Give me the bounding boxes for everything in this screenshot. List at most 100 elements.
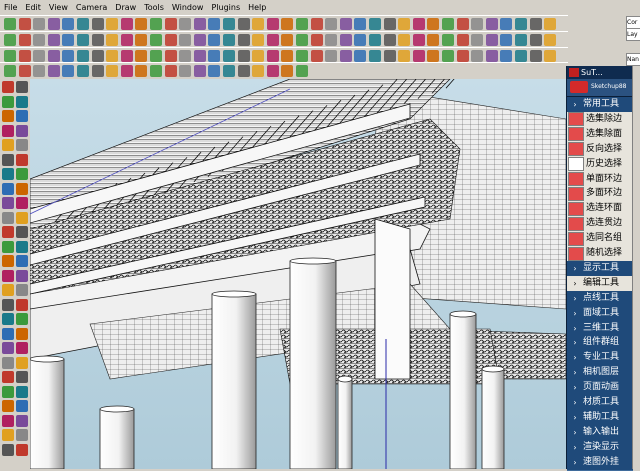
- tb3-tool-icon-6[interactable]: [91, 50, 104, 62]
- tb2-tool-icon-16[interactable]: [237, 34, 250, 46]
- tb1-tool-icon-6[interactable]: [91, 18, 104, 30]
- left-tool-icon-9-0[interactable]: [2, 211, 14, 224]
- tb2-tool-icon-33[interactable]: [485, 34, 498, 46]
- tb4-tool-icon-2[interactable]: [33, 65, 46, 77]
- tb1-tool-icon-7[interactable]: [106, 18, 119, 30]
- tb2-tool-icon-8[interactable]: [120, 34, 133, 46]
- tb4-tool-icon-12[interactable]: [179, 65, 192, 77]
- tb4-tool-icon-7[interactable]: [106, 65, 119, 77]
- left-tool-icon-3-0[interactable]: [2, 124, 14, 137]
- tb3-tool-icon-20[interactable]: [296, 50, 308, 62]
- tb4-tool-icon-18[interactable]: [266, 65, 279, 77]
- tb3-tool-icon-35[interactable]: [515, 50, 527, 62]
- tb4-tool-icon-14[interactable]: [208, 65, 221, 77]
- left-tool-icon-5-0[interactable]: [2, 153, 14, 166]
- tb2-tool-icon-37[interactable]: [544, 34, 557, 46]
- tb1-tool-icon-9[interactable]: [135, 18, 148, 30]
- tb3-tool-icon-33[interactable]: [485, 50, 498, 62]
- plugin-item[interactable]: › 三维工具: [567, 320, 633, 337]
- dock-tab-3[interactable]: Nan: [626, 53, 640, 66]
- tb3-tool-icon-28[interactable]: [412, 50, 425, 62]
- left-tool-icon-20-0[interactable]: [2, 371, 14, 383]
- tb4-tool-icon-10[interactable]: [150, 65, 162, 77]
- left-tool-icon-16-1[interactable]: [16, 313, 28, 325]
- tb3-tool-icon-34[interactable]: [500, 50, 513, 62]
- tb3-tool-icon-22[interactable]: [325, 50, 338, 62]
- left-tool-icon-23-1[interactable]: [16, 414, 28, 427]
- menu-edit[interactable]: Edit: [21, 0, 45, 15]
- left-tool-icon-7-0[interactable]: [2, 182, 14, 195]
- menu-plugins[interactable]: Plugins: [207, 0, 244, 15]
- tb4-tool-icon-17[interactable]: [252, 65, 265, 77]
- menu-view[interactable]: View: [45, 0, 72, 15]
- plugin-item[interactable]: › 材质工具: [567, 395, 633, 411]
- tb1-tool-icon-15[interactable]: [223, 18, 235, 30]
- tb1-tool-icon-24[interactable]: [354, 18, 367, 30]
- plugin-item[interactable]: › 编辑工具: [567, 275, 633, 292]
- tb3-tool-icon-10[interactable]: [150, 50, 162, 62]
- left-tool-icon-12-0[interactable]: [2, 255, 14, 267]
- tb2-tool-icon-29[interactable]: [427, 34, 440, 46]
- tb3-tool-icon-26[interactable]: [383, 50, 396, 62]
- tb4-tool-icon-1[interactable]: [18, 65, 31, 77]
- left-tool-icon-15-0[interactable]: [2, 298, 14, 311]
- left-tool-icon-15-1[interactable]: [16, 298, 28, 311]
- left-tool-icon-4-0[interactable]: [2, 139, 14, 151]
- tb2-tool-icon-19[interactable]: [281, 34, 294, 46]
- tb1-tool-icon-36[interactable]: [529, 18, 542, 30]
- tb2-tool-icon-24[interactable]: [354, 34, 367, 46]
- tb3-tool-icon-4[interactable]: [62, 50, 75, 62]
- left-tool-icon-14-1[interactable]: [16, 284, 28, 296]
- tb2-tool-icon-30[interactable]: [442, 34, 454, 46]
- left-tool-icon-24-0[interactable]: [2, 429, 14, 441]
- menu-tools[interactable]: Tools: [140, 0, 168, 15]
- tb1-tool-icon-28[interactable]: [412, 18, 425, 30]
- plugin-item[interactable]: › 组件群组: [567, 335, 633, 352]
- plugin-item[interactable]: 反向选择: [567, 141, 633, 158]
- tb2-tool-icon-4[interactable]: [62, 34, 75, 46]
- tb3-tool-icon-19[interactable]: [281, 50, 294, 62]
- tb4-tool-icon-4[interactable]: [62, 65, 75, 77]
- dock-tab-2[interactable]: Lay: [626, 28, 640, 41]
- tb3-tool-icon-21[interactable]: [310, 50, 323, 62]
- left-tool-icon-17-1[interactable]: [16, 327, 28, 340]
- tb2-tool-icon-10[interactable]: [150, 34, 162, 46]
- tb3-tool-icon-31[interactable]: [456, 50, 469, 62]
- tb3-tool-icon-11[interactable]: [164, 50, 177, 62]
- left-tool-icon-12-1[interactable]: [16, 255, 28, 267]
- tb4-tool-icon-16[interactable]: [237, 65, 250, 77]
- tb2-tool-icon-31[interactable]: [456, 34, 469, 46]
- plugin-item[interactable]: › 点线工具: [567, 290, 633, 307]
- tb1-tool-icon-34[interactable]: [500, 18, 513, 30]
- plugin-item[interactable]: 选集除边: [567, 111, 633, 128]
- left-tool-icon-2-1[interactable]: [16, 110, 28, 122]
- plugin-item[interactable]: 多面环边: [567, 186, 633, 203]
- tb1-tool-icon-21[interactable]: [310, 18, 323, 30]
- tb1-tool-icon-35[interactable]: [515, 18, 527, 30]
- plugin-title-bar[interactable]: SuT...: [567, 66, 633, 79]
- tb1-tool-icon-26[interactable]: [383, 18, 396, 30]
- tb4-tool-icon-11[interactable]: [164, 65, 177, 77]
- tb2-tool-icon-9[interactable]: [135, 34, 148, 46]
- left-tool-icon-16-0[interactable]: [2, 313, 14, 325]
- tb2-tool-icon-34[interactable]: [500, 34, 513, 46]
- menu-window[interactable]: Window: [168, 0, 208, 15]
- tb4-tool-icon-0[interactable]: [4, 65, 16, 77]
- left-tool-icon-1-1[interactable]: [16, 95, 28, 108]
- tb2-tool-icon-23[interactable]: [339, 34, 352, 46]
- tb1-tool-icon-37[interactable]: [544, 18, 557, 30]
- left-tool-icon-1-0[interactable]: [2, 95, 14, 108]
- tb1-tool-icon-1[interactable]: [18, 18, 31, 30]
- tb3-tool-icon-12[interactable]: [179, 50, 192, 62]
- tb1-tool-icon-19[interactable]: [281, 18, 294, 30]
- tb1-tool-icon-29[interactable]: [427, 18, 440, 30]
- tb3-tool-icon-1[interactable]: [18, 50, 31, 62]
- tb2-tool-icon-14[interactable]: [208, 34, 221, 46]
- left-tool-icon-17-0[interactable]: [2, 327, 14, 340]
- tb2-tool-icon-25[interactable]: [369, 34, 381, 46]
- tb1-tool-icon-3[interactable]: [47, 18, 60, 30]
- plugin-item[interactable]: › 页面动画: [567, 380, 633, 397]
- tb1-tool-icon-33[interactable]: [485, 18, 498, 30]
- tb3-tool-icon-23[interactable]: [339, 50, 352, 62]
- tb3-tool-icon-32[interactable]: [471, 50, 484, 62]
